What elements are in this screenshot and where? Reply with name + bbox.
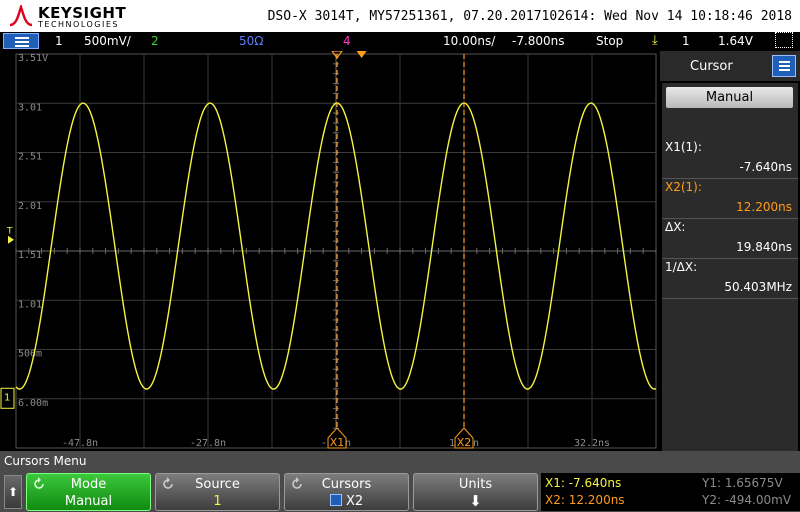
ch4-number[interactable]: 4 (343, 34, 351, 48)
ch1-scale[interactable]: 500mV/ (84, 34, 131, 48)
x2-label: X2(1): (665, 180, 702, 194)
display-markers: T1 (0, 51, 367, 409)
time-delay[interactable]: -7.800ns (512, 34, 565, 48)
trigger-level[interactable]: 1.64V (718, 34, 753, 48)
graticule (15, 53, 657, 449)
delta-x-value: 19.840ns (736, 240, 792, 254)
trigger-source[interactable]: 1 (682, 34, 690, 48)
cursor-label: X2 (457, 436, 472, 449)
status-bar: 1 500mV/ 2 50Ω 4 10.00ns/ -7.800ns Stop … (0, 32, 800, 51)
inverse-delta-x-label: 1/ΔX: (665, 260, 698, 274)
menu-up-button[interactable]: ⬆ (4, 475, 22, 509)
ch1-number[interactable]: 1 (55, 34, 63, 48)
units-softkey-label: Units (458, 477, 493, 492)
header-bar: KEYSIGHT TECHNOLOGIES DSO-X 3014T, MY572… (0, 0, 800, 32)
brand-subtitle: TECHNOLOGIES (38, 20, 119, 29)
cursor-label: X1 (330, 436, 345, 449)
x1-label: X1(1): (665, 140, 702, 154)
source-softkey[interactable]: Source 1 (155, 473, 280, 511)
main-menu-button[interactable] (3, 33, 39, 49)
y-tick-label: 506m (18, 349, 42, 360)
panel-title: Cursor (690, 59, 733, 74)
cursors-softkey-value-row: X2 (285, 494, 408, 509)
x-tick-label: -27.8n (190, 438, 226, 449)
readout-x1: X1: -7.640ns (545, 476, 622, 490)
panel-menu-icon[interactable] (772, 55, 796, 77)
checkbox-icon (329, 494, 342, 506)
x-tick-label: 32.2ns (574, 438, 610, 449)
y-tick-label: 3.51V (18, 53, 48, 64)
divider (662, 258, 798, 259)
source-softkey-value: 1 (213, 494, 222, 509)
x1-value: -7.640ns (739, 160, 792, 174)
trigger-level-marker[interactable]: T (6, 227, 13, 237)
mode-softkey-value: Manual (64, 494, 113, 509)
divider (662, 298, 798, 299)
y-tick-label: 2.01 (18, 201, 42, 212)
cursor-side-panel: Cursor Manual X1(1): -7.640ns X2(1): 12.… (660, 51, 800, 451)
cursor-readout: X1: -7.640ns X2: 12.200ns Y1: 1.65675V Y… (541, 473, 800, 511)
impedance-indicator[interactable]: 50Ω (239, 34, 263, 48)
readout-x2: X2: 12.200ns (545, 493, 625, 507)
y-tick-label: 2.51 (18, 152, 42, 163)
mode-softkey-label: Mode (70, 477, 107, 492)
trigger-edge-icon: ⤓ (652, 33, 658, 48)
delta-x-label: ΔX: (665, 220, 686, 234)
waveform-display[interactable]: 3.51V 3.01 2.51 2.01 1.51 1.01 506m 6.00m -47.8… (0, 51, 660, 451)
softkey-bar: Cursors Menu ⬆ Mode Manual Source 1 Curs… (0, 451, 800, 512)
menu-icon (15, 37, 29, 39)
cursors-softkey-value: X2 (345, 494, 364, 509)
softkey-menu-title: Cursors Menu (4, 454, 87, 468)
zoom-icon[interactable] (775, 32, 793, 48)
x-tick-label: -47.8n (62, 438, 98, 449)
divider (662, 178, 798, 179)
y-tick-label: 3.01 (18, 102, 42, 113)
instrument-title: DSO-X 3014T, MY57251361, 07.20.201710261… (267, 9, 792, 24)
timebase-scale[interactable]: 10.00ns/ (443, 34, 495, 48)
panel-body: Manual X1(1): -7.640ns X2(1): 12.200ns Δ… (662, 83, 798, 451)
y-tick-label: 1.01 (18, 299, 42, 310)
panel-header: Cursor (660, 51, 800, 81)
ch2-number[interactable]: 2 (151, 34, 159, 48)
run-state[interactable]: Stop (596, 34, 623, 48)
units-softkey[interactable]: Units ⬇ (413, 473, 538, 511)
waveform-plot: 3.51V 3.01 2.51 2.01 1.51 1.01 506m 6.00m -47.8… (0, 51, 657, 449)
y-tick-label: 6.00m (18, 398, 48, 409)
mode-softkey[interactable]: Mode Manual (26, 473, 151, 511)
submenu-arrow-icon: ⬇ (469, 492, 482, 510)
x2-value: 12.200ns (736, 200, 792, 214)
cursors-softkey-label: Cursors (321, 477, 372, 492)
cursor-mode-button[interactable]: Manual (666, 87, 793, 108)
keysight-logo: KEYSIGHT TECHNOLOGIES (8, 2, 138, 30)
inverse-delta-x-value: 50.403MHz (724, 280, 792, 294)
readout-y1: Y1: 1.65675V (702, 476, 783, 490)
cursors-softkey[interactable]: Cursors X2 (284, 473, 409, 511)
readout-y2: Y2: -494.00mV (702, 493, 792, 507)
y-tick-label: 1.51 (18, 250, 42, 261)
source-softkey-label: Source (195, 477, 240, 492)
divider (662, 218, 798, 219)
keysight-k-icon (9, 5, 33, 27)
ground-marker-label: 1 (4, 392, 10, 403)
